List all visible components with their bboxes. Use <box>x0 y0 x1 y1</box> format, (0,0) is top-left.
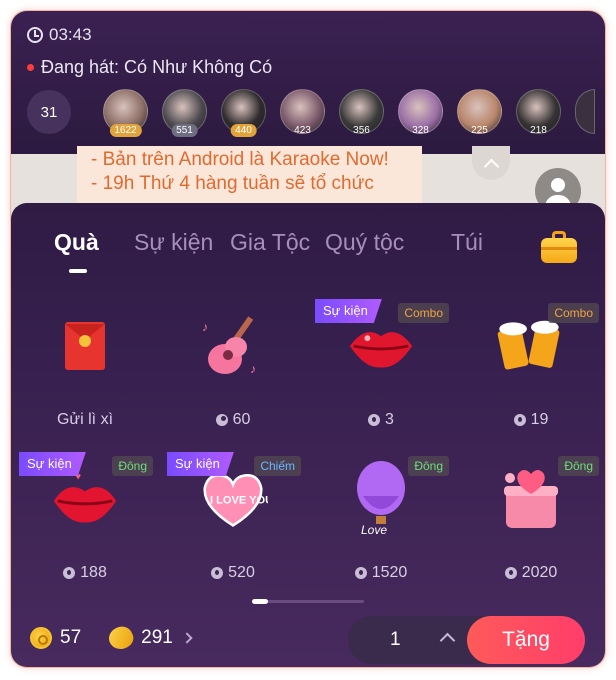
gift-price-value: 188 <box>80 564 107 581</box>
gift-price-value: 3 <box>385 411 394 428</box>
gift-price: 188 <box>11 564 159 582</box>
audience-avatar[interactable]: 1622 <box>103 89 148 137</box>
gift-item[interactable]: ♥ Sự kiện Đông 188 <box>11 452 159 602</box>
scroll-up-button[interactable] <box>472 146 510 180</box>
chevron-up-icon <box>483 158 499 174</box>
gift-type-badge: Combo <box>398 303 449 323</box>
avatar-badge: 356 <box>353 125 370 136</box>
coin-icon <box>63 567 76 579</box>
tab-events[interactable]: Sự kiện <box>134 229 213 256</box>
backpack-icon[interactable] <box>541 231 577 263</box>
audience-avatar[interactable]: 440 <box>221 89 266 137</box>
tab-nobility[interactable]: Quý tộc <box>325 229 404 256</box>
gift-item[interactable]: I LOVE YOU Sự kiện Chiếm 520 <box>159 452 307 602</box>
active-tab-indicator <box>69 269 87 273</box>
page-indicator-active <box>252 599 268 604</box>
gift-price-value: 520 <box>228 564 255 581</box>
audience-avatar[interactable]: 551 <box>162 89 207 137</box>
svg-text:I LOVE YOU: I LOVE YOU <box>210 494 268 506</box>
gift-type-badge: Đông <box>408 456 449 476</box>
tab-clan[interactable]: Gia Tộc <box>230 229 310 256</box>
gift-price: 3 <box>307 411 455 429</box>
chevron-right-icon <box>181 632 193 644</box>
gift-price-value: 1520 <box>371 564 408 581</box>
gift-type-badge: Chiếm <box>254 456 301 476</box>
coin-icon <box>354 567 367 579</box>
live-timer: 03:43 <box>27 25 92 45</box>
avatar-badge: 1622 <box>109 124 142 137</box>
coin-icon <box>211 567 224 579</box>
gift-type-badge: Đông <box>558 456 599 476</box>
backpack-strap <box>541 247 577 250</box>
gift-item[interactable]: ♪ ♪ 60 <box>159 299 307 449</box>
audience-avatar[interactable]: 356 <box>339 89 384 136</box>
heart-box-icon <box>496 462 566 536</box>
svg-text:♪: ♪ <box>250 362 256 376</box>
coin-balance: 57 <box>60 627 82 648</box>
gift-price-value: 2020 <box>521 564 558 581</box>
gift-panel: Quà Sự kiện Gia Tộc Quý tộc Túi Gửi lì x… <box>11 203 605 667</box>
tab-gifts[interactable]: Quà <box>54 229 99 256</box>
audience-avatar[interactable]: 328 <box>398 89 443 136</box>
gift-tabs: Quà Sự kiện Gia Tộc Quý tộc Túi <box>11 229 605 279</box>
user-icon <box>551 178 565 192</box>
bean-icon <box>215 414 228 426</box>
backpack-body <box>541 238 577 263</box>
svg-text:Love: Love <box>361 523 387 537</box>
svg-text:♪: ♪ <box>202 320 208 334</box>
coin-icon <box>368 414 381 426</box>
live-dot-icon <box>27 64 34 71</box>
viewer-count-button[interactable]: 31 <box>27 90 71 134</box>
gift-item[interactable]: Gửi lì xì <box>11 299 159 449</box>
avatar-badge: 423 <box>294 125 311 136</box>
gift-item[interactable]: Love Đông 1520 <box>307 452 455 602</box>
chevron-up-icon[interactable] <box>439 632 456 649</box>
send-gift-button[interactable]: Tặng <box>467 616 585 664</box>
audience-avatar[interactable]: 225 <box>457 89 502 136</box>
wallet[interactable]: 57 291 <box>30 622 193 654</box>
bean-balance: 291 <box>141 627 173 648</box>
audience-avatar[interactable]: 218 <box>516 89 561 136</box>
audience-avatar[interactable] <box>575 89 595 134</box>
page-indicator <box>252 600 364 603</box>
hot-air-balloon-icon: Love <box>346 461 416 537</box>
tab-bag[interactable]: Túi <box>451 229 483 256</box>
gift-item[interactable]: Combo 19 <box>457 299 605 449</box>
avatar-badge: 551 <box>171 124 198 137</box>
now-singing-text: Đang hát: Có Như Không Có <box>41 57 273 77</box>
clock-icon <box>27 27 43 43</box>
live-room-header: 03:43 Đang hát: Có Như Không Có 31 1622 5… <box>11 11 605 154</box>
gift-type-badge: Đông <box>112 456 153 476</box>
gift-price: 19 <box>457 411 605 429</box>
event-tag: Sự kiện <box>167 452 234 476</box>
gift-price-value: 19 <box>530 411 549 428</box>
gift-price: 1520 <box>307 564 455 582</box>
guitar-icon: ♪ ♪ <box>198 309 268 383</box>
app-frame: 03:43 Đang hát: Có Như Không Có 31 1622 5… <box>11 11 605 667</box>
gift-price: 520 <box>159 564 307 582</box>
timer-text: 03:43 <box>49 25 92 44</box>
avatar-badge: 328 <box>412 125 429 136</box>
avatar-badge: 218 <box>530 125 547 136</box>
gift-item[interactable]: Sự kiện Combo 3 <box>307 299 455 449</box>
quantity-value: 1 <box>390 629 401 650</box>
coin-icon <box>504 567 517 579</box>
bean-icon <box>105 622 137 654</box>
event-tag: Sự kiện <box>315 299 382 323</box>
audience-avatar-list: 1622 551 440 423 356 328 225 218 <box>103 89 595 137</box>
gift-price: 60 <box>159 411 307 429</box>
now-singing: Đang hát: Có Như Không Có <box>27 57 272 78</box>
avatar-badge: 440 <box>230 124 257 137</box>
audience-avatar[interactable]: 423 <box>280 89 325 136</box>
gift-price-value: 60 <box>232 411 251 428</box>
gift-item[interactable]: Đông 2020 <box>457 452 605 602</box>
event-tag: Sự kiện <box>19 452 86 476</box>
gift-price: 2020 <box>457 564 605 582</box>
avatar-badge: 225 <box>471 125 488 136</box>
coin-icon <box>30 627 52 649</box>
red-envelope-icon <box>50 309 120 383</box>
gift-type-badge: Combo <box>548 303 599 323</box>
coin-icon <box>513 414 526 426</box>
gift-name: Gửi lì xì <box>56 411 114 428</box>
